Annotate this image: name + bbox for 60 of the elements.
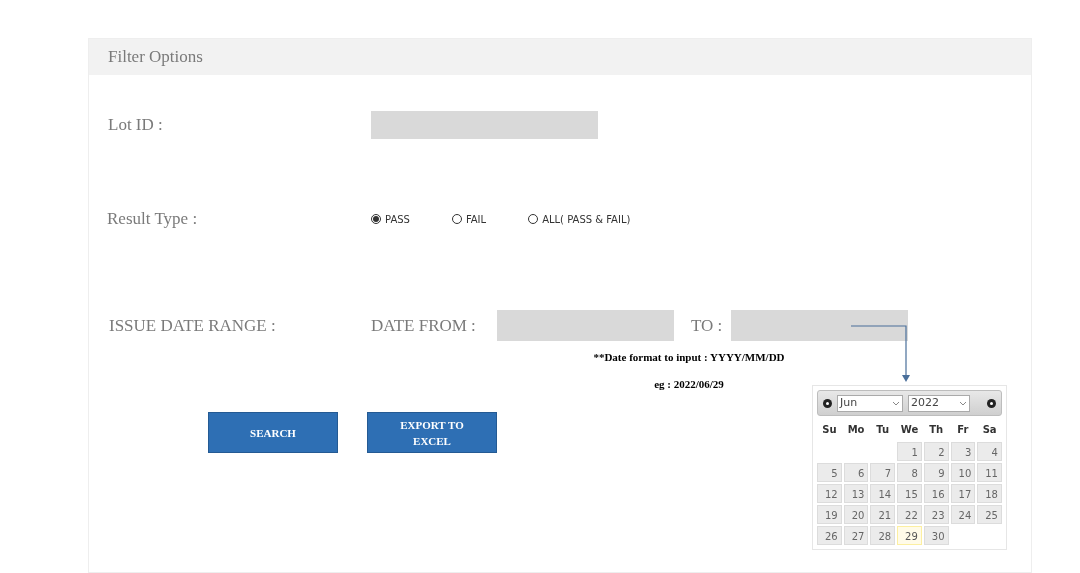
weekday-label: Fr xyxy=(956,423,970,437)
format-hint: **Date format to input : YYYY/MM/DD xyxy=(593,350,785,365)
panel-title: Filter Options xyxy=(108,46,203,69)
calendar-day[interactable]: 5 xyxy=(817,463,842,482)
weekday-label: Su xyxy=(821,423,838,437)
calendar-day[interactable]: 11 xyxy=(977,463,1002,482)
calendar-day[interactable]: 14 xyxy=(870,484,896,503)
chevron-down-icon xyxy=(959,400,967,406)
leader-line xyxy=(850,324,912,384)
radio-option[interactable]: FAIL xyxy=(451,211,487,227)
field-label: Lot ID : xyxy=(108,114,164,137)
calendar-day[interactable]: 21 xyxy=(870,505,896,524)
previous-icon[interactable] xyxy=(823,398,832,408)
date-from-field[interactable] xyxy=(497,310,674,341)
calendar-day[interactable]: 20 xyxy=(843,505,869,524)
calendar-day[interactable]: 29 xyxy=(897,526,922,545)
calendar-day[interactable]: 18 xyxy=(977,484,1002,503)
calendar-day[interactable]: 22 xyxy=(897,505,922,524)
calendar-day[interactable]: 7 xyxy=(870,463,896,482)
calendar-day[interactable]: 25 xyxy=(977,505,1002,524)
field-label: Result Type : xyxy=(107,208,199,231)
calendar-day[interactable]: 30 xyxy=(923,526,949,545)
calendar-day[interactable]: 1 xyxy=(897,442,922,461)
field-label: TO : xyxy=(691,314,724,337)
calendar-day[interactable]: 8 xyxy=(897,463,922,482)
calendar-day[interactable]: 10 xyxy=(950,463,976,482)
action-button[interactable]: EXPORT TO EXCEL xyxy=(367,412,497,453)
date-to-field[interactable] xyxy=(731,310,908,341)
action-button[interactable]: SEARCH xyxy=(208,412,338,453)
calendar-day[interactable]: 9 xyxy=(923,463,949,482)
month-select[interactable]: Jun xyxy=(837,394,903,412)
calendar-day[interactable]: 15 xyxy=(897,484,922,503)
weekday-label: Th xyxy=(928,423,945,437)
calendar-day[interactable]: 19 xyxy=(817,505,842,524)
radio-option[interactable]: ALL( PASS & FAIL) xyxy=(528,211,631,227)
calendar-day[interactable]: 17 xyxy=(950,484,976,503)
field-label: ISSUE DATE RANGE : xyxy=(109,314,277,337)
weekday-label: We xyxy=(899,423,920,437)
calendar-day[interactable]: 6 xyxy=(843,463,869,482)
calendar-day[interactable]: 12 xyxy=(817,484,842,503)
next-icon[interactable] xyxy=(987,398,996,408)
calendar-day[interactable]: 23 xyxy=(923,505,949,524)
calendar-day[interactable]: 4 xyxy=(977,442,1002,461)
field-label: DATE FROM : xyxy=(371,314,477,337)
calendar-day[interactable]: 24 xyxy=(950,505,976,524)
calendar-day[interactable]: 26 xyxy=(817,526,842,545)
calendar-day[interactable]: 13 xyxy=(843,484,869,503)
calendar-day[interactable]: 2 xyxy=(923,442,949,461)
chevron-down-icon xyxy=(892,400,900,406)
calendar-day[interactable]: 28 xyxy=(870,526,896,545)
input-field[interactable] xyxy=(371,111,598,139)
weekday-label: Tu xyxy=(875,423,891,437)
weekday-label: Mo xyxy=(846,423,866,437)
calendar-day[interactable]: 16 xyxy=(923,484,949,503)
radio-option[interactable]: PASS xyxy=(371,211,410,227)
calendar-day[interactable]: 3 xyxy=(950,442,976,461)
weekday-label: Sa xyxy=(981,423,998,437)
year-select[interactable]: 2022 xyxy=(908,394,970,412)
calendar-day[interactable]: 27 xyxy=(843,526,869,545)
example-hint: eg : 2022/06/29 xyxy=(654,376,724,392)
